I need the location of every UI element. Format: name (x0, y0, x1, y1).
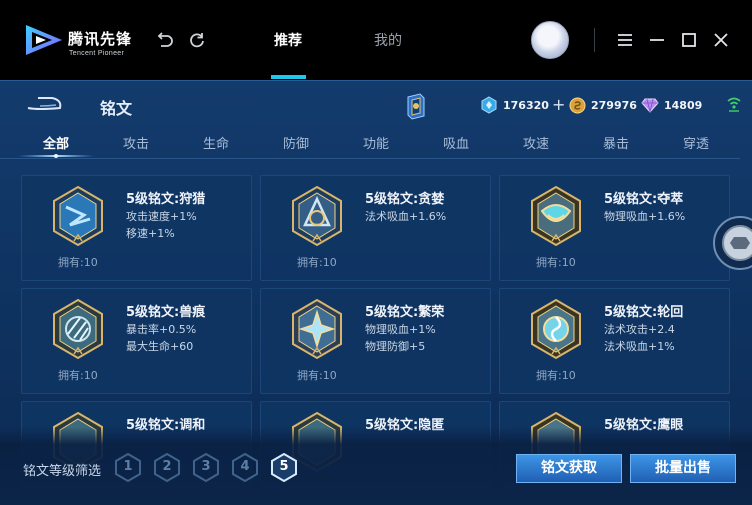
minimize-icon[interactable] (647, 30, 667, 50)
inscription-book-icon[interactable] (405, 92, 427, 120)
diamond-coupon-icon (481, 96, 497, 114)
gem-balance: 14809 (641, 94, 702, 116)
refresh-icon[interactable] (187, 30, 207, 50)
category-tabs: 全部 攻击 生命 防御 功能 吸血 攻速 暴击 穿透 (18, 132, 738, 160)
owned-count: 拥有:10 (297, 369, 337, 382)
add-coupon-button[interactable]: + (552, 97, 565, 113)
level-number: 3 (201, 459, 211, 474)
owned-count: 拥有:10 (58, 256, 98, 269)
inscription-name: 5级铭文:夺萃 (604, 192, 684, 207)
inscription-name: 5级铭文:贪婪 (365, 192, 445, 207)
inscription-reincarnation-icon (531, 298, 581, 360)
inscription-name: 5级铭文:轮回 (604, 305, 684, 320)
inscription-beast-mark-icon (53, 298, 103, 360)
back-arrow-icon[interactable] (24, 94, 66, 114)
inscription-panel: 铭文 176320 + 279976 14809 全部 攻击 生命 防御 功能 … (0, 80, 752, 505)
level-filter-1[interactable]: 1 (115, 452, 141, 483)
inscription-attr: 最大生命+60 (126, 340, 194, 353)
inscription-attr: 物理吸血+1.6% (604, 210, 686, 223)
category-tab-defense[interactable]: 防御 (266, 133, 326, 152)
divider (594, 28, 595, 52)
inscription-prosperity-icon (292, 298, 342, 360)
title-bar: 腾讯先锋 Tencent Pioneer 推荐 我的 (0, 0, 752, 80)
tab-recommend[interactable]: 推荐 (274, 30, 302, 50)
page-title: 铭文 (100, 99, 133, 118)
category-tab-health[interactable]: 生命 (186, 133, 246, 152)
brand-name-en: Tencent Pioneer (69, 50, 125, 57)
level-number: 1 (123, 459, 133, 474)
inscription-name: 5级铭文:兽痕 (126, 305, 206, 320)
inscription-card[interactable]: 5级铭文:轮回 法术攻击+2.4 法术吸血+1% 拥有:10 (499, 288, 730, 394)
category-tab-critical[interactable]: 暴击 (586, 133, 646, 152)
maximize-icon[interactable] (679, 30, 699, 50)
purple-gem-icon (641, 98, 659, 113)
inscription-attr: 物理吸血+1% (365, 323, 436, 336)
level-number: 2 (162, 459, 172, 474)
inscription-name: 5级铭文:繁荣 (365, 305, 445, 320)
inscription-attr: 法术吸血+1.6% (365, 210, 447, 223)
owned-count: 拥有:10 (297, 256, 337, 269)
inscription-attr: 物理防御+5 (365, 340, 426, 353)
active-tab-indicator (271, 75, 306, 79)
close-icon[interactable] (711, 30, 731, 50)
coupon-balance: 176320 + (480, 94, 565, 116)
logo-play-icon (26, 25, 62, 55)
owned-count: 拥有:10 (58, 369, 98, 382)
category-tab-utility[interactable]: 功能 (346, 133, 406, 152)
inscription-card[interactable]: 5级铭文:狩猎 攻击速度+1% 移速+1% 拥有:10 (21, 175, 252, 281)
get-inscription-button[interactable]: 铭文获取 (516, 454, 622, 483)
owned-count: 拥有:10 (536, 369, 576, 382)
inscription-greed-icon (292, 185, 342, 247)
coupon-value: 176320 (503, 98, 549, 112)
inscription-hunt-icon (53, 185, 103, 247)
inscription-card[interactable]: 5级铭文:夺萃 物理吸血+1.6% 拥有:10 (499, 175, 730, 281)
inscription-card[interactable]: 5级铭文:贪婪 法术吸血+1.6% 拥有:10 (260, 175, 491, 281)
gold-balance: 279976 (569, 94, 637, 116)
inscription-plunder-icon (531, 185, 581, 247)
owned-count: 拥有:10 (536, 256, 576, 269)
user-avatar[interactable] (531, 21, 569, 59)
category-tab-penetration[interactable]: 穿透 (666, 133, 726, 152)
undo-icon[interactable] (155, 30, 175, 50)
level-number: 4 (240, 459, 250, 474)
wifi-signal-icon (727, 97, 741, 112)
tabs-divider (0, 158, 740, 159)
category-tab-attack-speed[interactable]: 攻速 (506, 133, 566, 152)
inscription-attr: 法术吸血+1% (604, 340, 675, 353)
bottom-action-bar: 铭文等级筛选 1 2 3 4 5 铭文获取 批量出售 (0, 427, 752, 505)
inscription-name: 5级铭文:狩猎 (126, 192, 206, 207)
inscription-card[interactable]: 5级铭文:繁荣 物理吸血+1% 物理防御+5 拥有:10 (260, 288, 491, 394)
brand-name: 腾讯先锋 (68, 30, 133, 48)
category-tab-attack[interactable]: 攻击 (106, 133, 166, 152)
level-filter-3[interactable]: 3 (193, 452, 219, 483)
inscription-attr: 暴击率+0.5% (126, 323, 197, 336)
inscription-attr: 法术攻击+2.4 (604, 323, 675, 336)
category-tab-lifesteal[interactable]: 吸血 (426, 133, 486, 152)
side-drawer-handle-icon[interactable] (712, 215, 752, 271)
bulk-sell-button[interactable]: 批量出售 (630, 454, 736, 483)
gold-coin-icon (569, 97, 586, 113)
inscription-attr: 移速+1% (126, 227, 175, 240)
gold-value: 279976 (591, 98, 637, 112)
category-tab-all[interactable]: 全部 (26, 133, 86, 152)
level-filter-2[interactable]: 2 (154, 452, 180, 483)
level-filter-label: 铭文等级筛选 (23, 464, 102, 479)
menu-icon[interactable] (615, 30, 635, 50)
app-logo: 腾讯先锋 Tencent Pioneer (22, 20, 132, 60)
level-filter-5[interactable]: 5 (271, 452, 297, 483)
gem-value: 14809 (664, 98, 703, 112)
level-filter-4[interactable]: 4 (232, 452, 258, 483)
tab-mine[interactable]: 我的 (374, 30, 402, 50)
inscription-attr: 攻击速度+1% (126, 210, 197, 223)
inscription-card[interactable]: 5级铭文:兽痕 暴击率+0.5% 最大生命+60 拥有:10 (21, 288, 252, 394)
level-number: 5 (279, 459, 289, 474)
